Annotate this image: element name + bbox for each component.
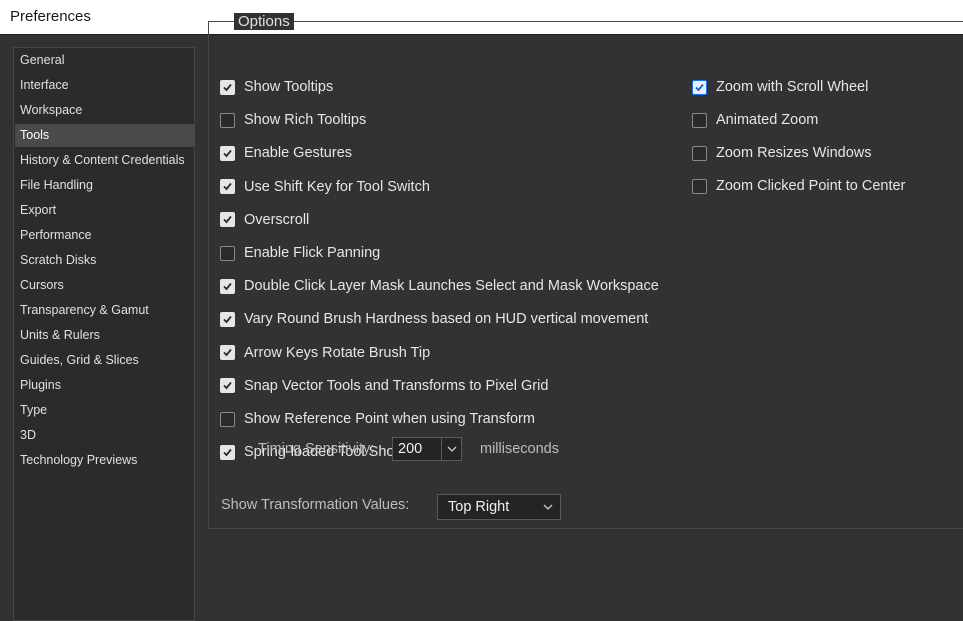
checkbox-label: Use Shift Key for Tool Switch <box>244 178 430 195</box>
check-icon <box>223 216 232 224</box>
checkbox-arrow-keys-rotate-brush-tip[interactable]: Arrow Keys Rotate Brush Tip <box>220 342 430 364</box>
sidebar-item-export[interactable]: Export <box>15 199 195 222</box>
sidebar-item-interface[interactable]: Interface <box>15 74 195 97</box>
checkbox-box[interactable] <box>220 278 235 294</box>
checkbox-label: Zoom Clicked Point to Center <box>716 178 906 194</box>
timing-sensitivity-value[interactable]: 200 <box>398 441 422 457</box>
transformation-values-label: Show Transformation Values: <box>221 497 410 513</box>
sidebar-item-tools[interactable]: Tools <box>15 124 195 147</box>
sidebar-item-history-and-content-credentials[interactable]: History & Content Credentials <box>15 149 195 172</box>
window-title: Preferences <box>10 8 91 25</box>
checkbox-double-click-layer-mask-launches-select-and-mask-workspace[interactable]: Double Click Layer Mask Launches Select … <box>220 275 659 297</box>
sidebar-item-scratch-disks[interactable]: Scratch Disks <box>15 249 195 272</box>
checkbox-label: Overscroll <box>244 211 310 228</box>
checkbox-use-shift-key-for-tool-switch[interactable]: Use Shift Key for Tool Switch <box>220 176 430 198</box>
sidebar-item-3d[interactable]: 3D <box>15 424 195 447</box>
checkbox-label: Zoom Resizes Windows <box>716 145 872 161</box>
checkbox-box[interactable] <box>220 444 235 460</box>
sidebar-item-general[interactable]: General <box>15 49 195 72</box>
transformation-values-select[interactable]: Top Right <box>437 494 561 520</box>
checkbox-enable-gestures[interactable]: Enable Gestures <box>220 142 352 164</box>
checkbox-label: Arrow Keys Rotate Brush Tip <box>244 344 431 361</box>
checkbox-show-rich-tooltips[interactable]: Show Rich Tooltips <box>220 109 366 131</box>
checkbox-zoom-clicked-point-to-center[interactable]: Zoom Clicked Point to Center <box>692 175 905 197</box>
sidebar-item-cursors[interactable]: Cursors <box>15 274 195 297</box>
checkbox-box[interactable] <box>220 378 235 394</box>
check-icon <box>695 83 704 91</box>
sidebar-item-file-handling[interactable]: File Handling <box>15 174 195 197</box>
checkbox-show-reference-point-when-using-transform[interactable]: Show Reference Point when using Transfor… <box>220 408 535 430</box>
checkbox-label: Vary Round Brush Hardness based on HUD v… <box>244 311 649 328</box>
sidebar-item-plugins[interactable]: Plugins <box>15 374 195 397</box>
checkbox-label: Enable Flick Panning <box>244 245 381 261</box>
timing-dropdown-button[interactable] <box>441 438 461 460</box>
checkbox-label: Zoom with Scroll Wheel <box>716 79 869 95</box>
sidebar-item-transparency-and-gamut[interactable]: Transparency & Gamut <box>15 299 195 322</box>
timing-sensitivity-field[interactable]: 200 <box>392 437 462 461</box>
checkbox-box[interactable] <box>220 411 235 427</box>
check-icon <box>223 183 232 191</box>
checkbox-box[interactable] <box>220 112 235 128</box>
checkbox-box[interactable] <box>692 112 707 128</box>
sidebar-item-workspace[interactable]: Workspace <box>15 99 195 122</box>
timing-sensitivity-label: Timing Sensitivity: <box>258 441 375 457</box>
checkbox-label: Show Reference Point when using Transfor… <box>244 411 535 427</box>
checkbox-label: Show Tooltips <box>244 79 334 95</box>
checkbox-box[interactable] <box>220 212 235 228</box>
options-group-title: Options <box>234 13 294 30</box>
checkbox-animated-zoom[interactable]: Animated Zoom <box>692 109 818 131</box>
checkbox-label: Animated Zoom <box>716 112 819 128</box>
checkbox-box[interactable] <box>220 311 235 327</box>
chevron-down-icon <box>543 504 553 510</box>
checkbox-label: Snap Vector Tools and Transforms to Pixe… <box>244 377 549 394</box>
category-sidebar: General Interface Workspace Tools History & … <box>13 47 195 621</box>
sidebar-item-technology-previews[interactable]: Technology Previews <box>15 449 195 472</box>
checkbox-enable-flick-panning[interactable]: Enable Flick Panning <box>220 242 380 264</box>
check-icon <box>223 83 232 91</box>
checkbox-label: Show Rich Tooltips <box>244 112 367 129</box>
check-icon <box>223 315 232 324</box>
checkbox-zoom-resizes-windows[interactable]: Zoom Resizes Windows <box>692 142 872 164</box>
checkbox-box[interactable] <box>220 79 235 95</box>
checkbox-box[interactable] <box>220 245 235 261</box>
checkbox-box[interactable] <box>692 145 707 161</box>
sidebar-item-type[interactable]: Type <box>15 399 195 422</box>
sidebar-item-units-and-rulers[interactable]: Units & Rulers <box>15 324 195 347</box>
checkbox-overscroll[interactable]: Overscroll <box>220 209 309 231</box>
checkbox-show-tooltips[interactable]: Show Tooltips <box>220 76 333 98</box>
checkbox-box[interactable] <box>220 345 235 361</box>
chevron-down-icon <box>447 446 457 452</box>
check-icon <box>223 149 232 158</box>
checkbox-box[interactable] <box>692 79 707 95</box>
check-icon <box>223 382 232 390</box>
check-icon <box>223 349 232 357</box>
checkbox-zoom-with-scroll-wheel[interactable]: Zoom with Scroll Wheel <box>692 76 868 98</box>
checkbox-snap-vector-tools-and-transforms-to-pixel-grid[interactable]: Snap Vector Tools and Transforms to Pixe… <box>220 375 548 397</box>
sidebar-item-guides-grid-and-slices[interactable]: Guides, Grid & Slices <box>15 349 195 372</box>
checkbox-label: Enable Gestures <box>244 145 353 162</box>
checkbox-box[interactable] <box>220 179 235 195</box>
check-icon <box>223 448 232 457</box>
checkbox-label: Double Click Layer Mask Launches Select … <box>244 278 659 295</box>
checkbox-box[interactable] <box>220 145 235 161</box>
check-icon <box>223 282 232 291</box>
transformation-values-value: Top Right <box>448 499 510 515</box>
sidebar-item-performance[interactable]: Performance <box>15 224 195 247</box>
checkbox-box[interactable] <box>692 178 707 194</box>
timing-unit-label: milliseconds <box>480 441 559 457</box>
checkbox-vary-round-brush-hardness-based-on-hud-vertical-movement[interactable]: Vary Round Brush Hardness based on HUD v… <box>220 308 648 330</box>
